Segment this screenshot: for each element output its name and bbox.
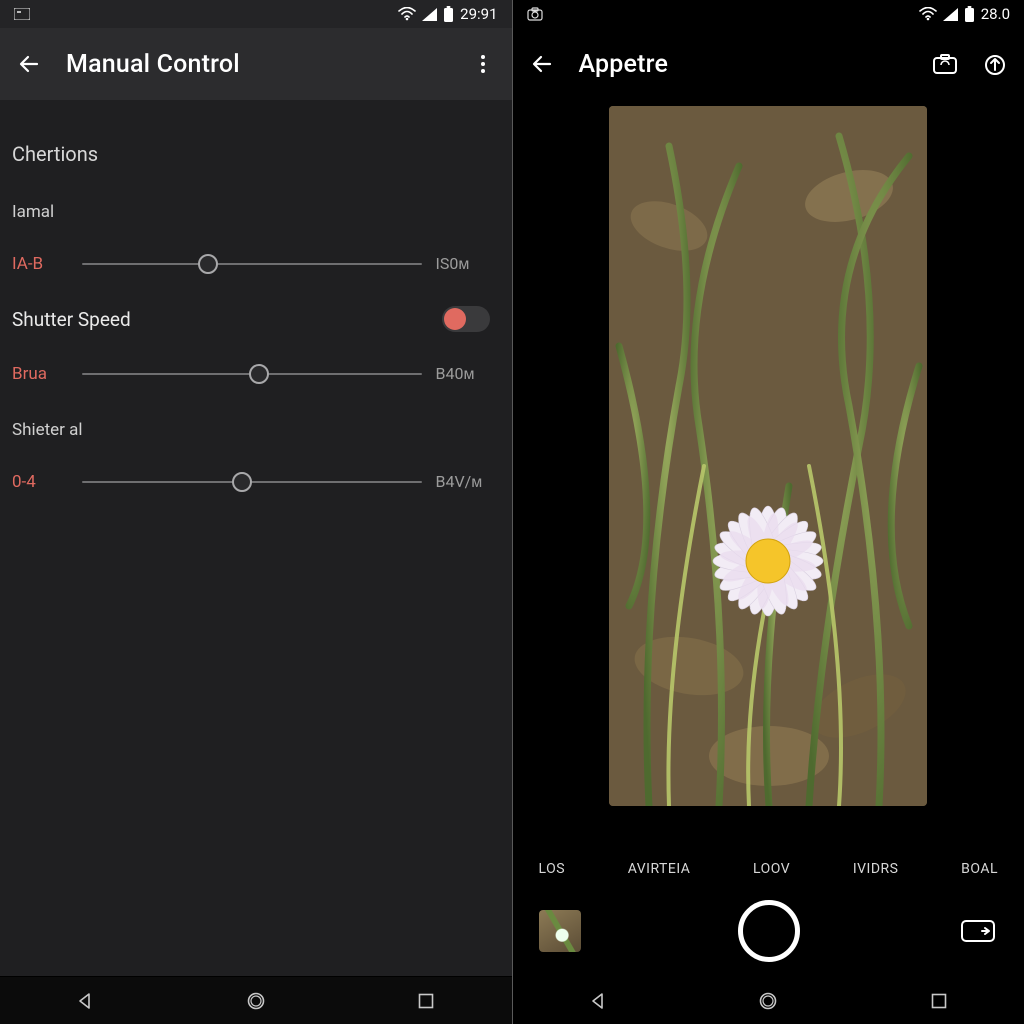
mode-strip: LOS AVIRTEIA LOOV IVIDRS BOAL <box>513 852 1024 886</box>
viewfinder[interactable] <box>513 100 1024 852</box>
phone-manual-control: 29:91 Manual Control Chertions Iamal IA-… <box>0 0 513 1024</box>
battery-icon <box>964 6 975 22</box>
nav-recent-icon[interactable] <box>927 989 951 1013</box>
wifi-icon <box>919 7 937 21</box>
slider-label: Brua <box>12 364 68 384</box>
slider-04[interactable] <box>82 470 422 494</box>
app-bar: Appetre <box>513 28 1024 100</box>
back-icon[interactable] <box>529 51 555 77</box>
status-left-icon <box>14 8 30 20</box>
sub-heading-1: Iamal <box>12 202 490 222</box>
more-icon[interactable] <box>470 51 496 77</box>
gallery-thumbnail[interactable] <box>539 910 581 952</box>
page-title: Manual Control <box>66 50 240 79</box>
slider-row-iso: IA-B IS0ᴍ <box>12 252 490 276</box>
status-time: 28.0 <box>981 5 1010 23</box>
slider-value: B40ᴍ <box>436 364 490 384</box>
camera-flip-icon[interactable] <box>958 916 998 946</box>
shutter-speed-row: Shutter Speed <box>12 306 490 332</box>
settings-body: Chertions Iamal IA-B IS0ᴍ Shutter Speed … <box>0 100 512 976</box>
signal-icon <box>943 8 958 21</box>
slider-value: IS0ᴍ <box>436 254 490 274</box>
brua-slider[interactable] <box>82 362 422 386</box>
iso-slider[interactable] <box>82 252 422 276</box>
mode-item[interactable]: LOOV <box>753 861 790 877</box>
nav-back-icon[interactable] <box>73 989 97 1013</box>
viewfinder-image <box>609 106 927 806</box>
status-time: 29:91 <box>460 5 497 23</box>
slider-label: IA-B <box>12 254 68 274</box>
mode-item[interactable]: IVIDRS <box>853 861 899 877</box>
back-icon[interactable] <box>16 51 42 77</box>
slider-value: B4V/ᴍ <box>436 472 490 492</box>
camera-body: LOS AVIRTEIA LOOV IVIDRS BOAL <box>513 100 1024 976</box>
mode-item[interactable]: AVIRTEIA <box>628 861 691 877</box>
nav-home-icon[interactable] <box>244 989 268 1013</box>
signal-icon <box>422 8 437 21</box>
app-bar: Manual Control <box>0 28 512 100</box>
sub-heading-2: Shieter al <box>12 420 490 440</box>
status-bar: 28.0 <box>513 0 1024 28</box>
phone-camera: 28.0 Appetre <box>513 0 1024 1024</box>
page-title: Appetre <box>579 50 669 79</box>
camera-status-icon <box>527 7 543 21</box>
nav-home-icon[interactable] <box>756 989 780 1013</box>
shutter-button[interactable] <box>738 900 800 962</box>
nav-back-icon[interactable] <box>586 989 610 1013</box>
nav-bar <box>513 976 1024 1024</box>
shutter-speed-label: Shutter Speed <box>12 308 442 331</box>
shutter-bar <box>513 886 1024 976</box>
nav-recent-icon[interactable] <box>414 989 438 1013</box>
wifi-icon <box>398 7 416 21</box>
nav-bar <box>0 976 512 1024</box>
mode-item[interactable]: LOS <box>539 861 566 877</box>
section-heading: Chertions <box>12 142 490 166</box>
slider-row-04: 0-4 B4V/ᴍ <box>12 470 490 494</box>
shutter-speed-toggle[interactable] <box>442 306 490 332</box>
camera-switch-icon[interactable] <box>932 51 958 77</box>
slider-row-brua: Brua B40ᴍ <box>12 362 490 386</box>
slider-label: 0-4 <box>12 472 68 492</box>
upload-icon[interactable] <box>982 51 1008 77</box>
battery-icon <box>443 6 454 22</box>
mode-item[interactable]: BOAL <box>961 861 998 877</box>
status-bar: 29:91 <box>0 0 512 28</box>
